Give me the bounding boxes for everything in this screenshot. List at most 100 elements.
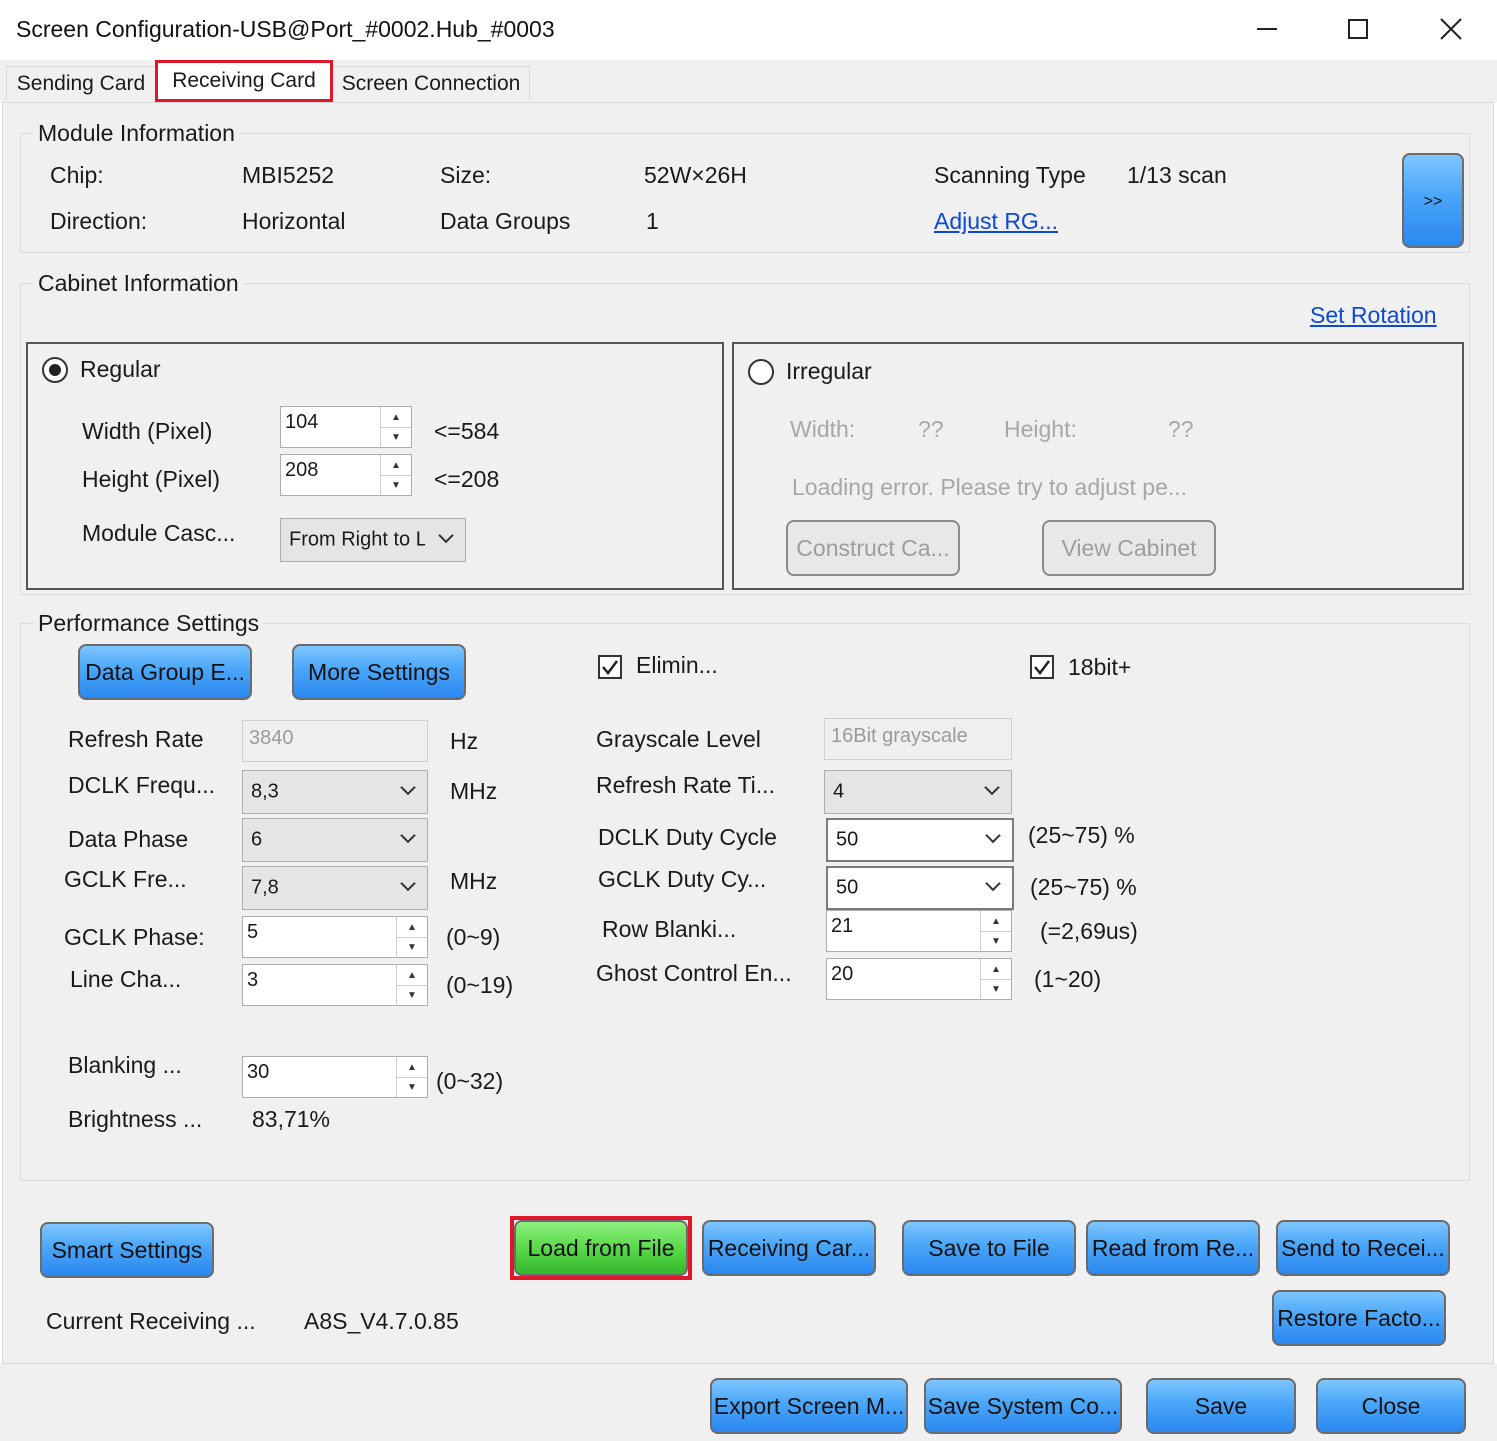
save-button[interactable]: Save <box>1146 1378 1296 1434</box>
blanking-value: 30 <box>247 1061 270 1083</box>
width-pixel-value: 104 <box>285 411 319 433</box>
irregular-height-label: Height: <box>1004 416 1077 442</box>
spin-down-icon[interactable]: ▼ <box>981 979 1011 999</box>
blanking-label: Blanking ... <box>68 1052 182 1078</box>
spin-down-icon[interactable]: ▼ <box>981 931 1011 951</box>
more-settings-button[interactable]: More Settings <box>292 644 466 700</box>
spin-up-icon[interactable]: ▲ <box>981 959 1011 980</box>
save-system-config-button[interactable]: Save System Co... <box>924 1378 1122 1434</box>
data-group-button[interactable]: Data Group E... <box>78 644 252 700</box>
row-blanking-label: Row Blanki... <box>602 916 737 942</box>
tab-receiving-card[interactable]: Receiving Card <box>155 60 333 102</box>
data-groups-label: Data Groups <box>440 208 571 234</box>
spin-up-icon[interactable]: ▲ <box>381 407 411 428</box>
smart-settings-button[interactable]: Smart Settings <box>40 1222 214 1278</box>
tab-screen-connection[interactable]: Screen Connection <box>332 66 530 100</box>
save-to-file-button[interactable]: Save to File <box>902 1220 1076 1276</box>
data-groups-value: 1 <box>646 208 659 234</box>
irregular-width-label: Width: <box>790 416 856 442</box>
send-to-receiving-button[interactable]: Send to Recei... <box>1276 1220 1450 1276</box>
dclk-duty-cycle-value: 50 <box>836 828 859 851</box>
current-receiving-label: Current Receiving ... <box>46 1308 256 1334</box>
height-pixel-stepper[interactable]: 208 ▲ ▼ <box>280 454 412 496</box>
export-screen-button[interactable]: Export Screen M... <box>710 1378 908 1434</box>
view-cabinet-button[interactable]: View Cabinet <box>1042 520 1216 576</box>
height-max-label: <=208 <box>434 466 500 492</box>
width-pixel-stepper[interactable]: 104 ▲ ▼ <box>280 406 412 448</box>
tab-sending-card[interactable]: Sending Card <box>6 66 156 100</box>
chevron-down-icon <box>400 882 416 892</box>
gclk-duty-cycle-label: GCLK Duty Cy... <box>598 866 767 892</box>
receiving-card-button[interactable]: Receiving Car... <box>702 1220 876 1276</box>
close-icon[interactable] <box>1428 6 1474 52</box>
current-receiving-value: A8S_V4.7.0.85 <box>304 1308 459 1334</box>
set-rotation-link[interactable]: Set Rotation <box>1310 302 1437 329</box>
chevron-down-icon <box>400 834 416 844</box>
checkmark-icon <box>602 660 618 676</box>
ghost-control-label: Ghost Control En... <box>596 960 792 986</box>
width-max-label: <=584 <box>434 418 500 444</box>
width-pixel-label: Width (Pixel) <box>82 418 213 444</box>
ghost-control-stepper[interactable]: 20 ▲ ▼ <box>826 958 1012 1000</box>
spin-down-icon[interactable]: ▼ <box>397 937 427 957</box>
18bit-checkbox[interactable] <box>1030 655 1054 679</box>
data-phase-select[interactable]: 6 <box>242 818 428 862</box>
dclk-duty-cycle-label: DCLK Duty Cycle <box>598 824 777 850</box>
grayscale-level-field: 16Bit grayscale <box>824 718 1012 760</box>
irregular-radio[interactable] <box>748 359 774 385</box>
load-from-file-button[interactable]: Load from File <box>514 1220 688 1276</box>
minimize-icon[interactable] <box>1244 6 1290 52</box>
gclk-duty-cycle-select[interactable]: 50 <box>826 866 1014 910</box>
dclk-frequency-select[interactable]: 8,3 <box>242 770 428 814</box>
spin-up-icon[interactable]: ▲ <box>381 455 411 476</box>
adjust-rg-link[interactable]: Adjust RG... <box>934 208 1058 235</box>
eliminate-label: Elimin... <box>636 652 718 678</box>
expand-module-button[interactable]: >> <box>1402 153 1464 248</box>
line-change-stepper[interactable]: 3 ▲ ▼ <box>242 964 428 1006</box>
eliminate-checkbox[interactable] <box>598 655 622 679</box>
ghost-control-range: (1~20) <box>1034 966 1102 992</box>
spin-up-icon[interactable]: ▲ <box>397 917 427 938</box>
blanking-stepper[interactable]: 30 ▲ ▼ <box>242 1056 428 1098</box>
spin-down-icon[interactable]: ▼ <box>397 1077 427 1097</box>
refresh-rate-unit: Hz <box>450 728 479 754</box>
irregular-width-value: ?? <box>918 416 944 442</box>
line-change-range: (0~19) <box>446 972 514 998</box>
close-button[interactable]: Close <box>1316 1378 1466 1434</box>
restore-factory-button[interactable]: Restore Facto... <box>1272 1290 1446 1346</box>
regular-radio[interactable] <box>42 357 68 383</box>
module-information-group <box>20 133 1470 253</box>
regular-label: Regular <box>80 356 161 382</box>
ghost-control-value: 20 <box>831 963 854 985</box>
refresh-rate-field: 3840 <box>242 720 428 762</box>
cabinet-information-label: Cabinet Information <box>34 270 243 297</box>
chevron-down-icon <box>984 786 1000 796</box>
spin-up-icon[interactable]: ▲ <box>397 1057 427 1078</box>
blanking-range: (0~32) <box>436 1068 504 1094</box>
spin-up-icon[interactable]: ▲ <box>397 965 427 986</box>
chevron-down-icon <box>438 534 454 544</box>
spin-down-icon[interactable]: ▼ <box>397 985 427 1005</box>
dclk-frequency-value: 8,3 <box>251 780 279 803</box>
refresh-rate-times-select[interactable]: 4 <box>824 770 1012 814</box>
gclk-phase-stepper[interactable]: 5 ▲ ▼ <box>242 916 428 958</box>
refresh-rate-label: Refresh Rate <box>68 726 204 752</box>
chevron-down-icon <box>985 834 1001 844</box>
row-blanking-stepper[interactable]: 21 ▲ ▼ <box>826 910 1012 952</box>
window-title: Screen Configuration-USB@Port_#0002.Hub_… <box>16 16 555 42</box>
maximize-icon[interactable] <box>1335 6 1381 52</box>
direction-label: Direction: <box>50 208 148 234</box>
construct-cabinet-button[interactable]: Construct Ca... <box>786 520 960 576</box>
spin-up-icon[interactable]: ▲ <box>981 911 1011 932</box>
scanning-type-label: Scanning Type <box>934 162 1086 188</box>
spin-down-icon[interactable]: ▼ <box>381 427 411 447</box>
spin-down-icon[interactable]: ▼ <box>381 475 411 495</box>
dclk-frequency-unit: MHz <box>450 778 498 804</box>
irregular-label: Irregular <box>786 358 872 384</box>
module-information-label: Module Information <box>34 120 239 147</box>
dclk-duty-cycle-select[interactable]: 50 <box>826 818 1014 862</box>
read-from-receiving-button[interactable]: Read from Re... <box>1086 1220 1260 1276</box>
refresh-rate-times-label: Refresh Rate Ti... <box>596 772 775 798</box>
gclk-frequency-select[interactable]: 7,8 <box>242 866 428 910</box>
module-cascade-select[interactable]: From Right to L <box>280 518 466 562</box>
